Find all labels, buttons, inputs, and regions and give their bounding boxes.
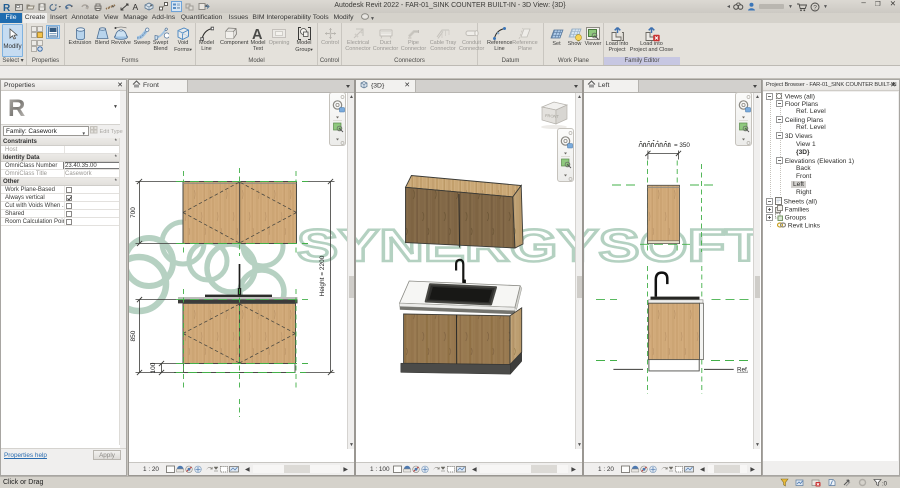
svg-text:R: R <box>3 3 11 12</box>
svg-text:?: ? <box>813 4 817 11</box>
svg-text:100: 100 <box>150 362 157 373</box>
svg-text:R: R <box>8 95 25 119</box>
svg-text:A: A <box>252 27 263 41</box>
svg-text:A: A <box>133 2 139 11</box>
svg-text:700: 700 <box>130 207 137 218</box>
svg-text:850: 850 <box>130 330 137 341</box>
svg-text:Height = 2200: Height = 2200 <box>319 255 326 296</box>
svg-text::0: :0 <box>882 482 888 488</box>
svg-text:= 350: = 350 <box>674 142 690 149</box>
svg-text:FRONT: FRONT <box>545 113 560 119</box>
